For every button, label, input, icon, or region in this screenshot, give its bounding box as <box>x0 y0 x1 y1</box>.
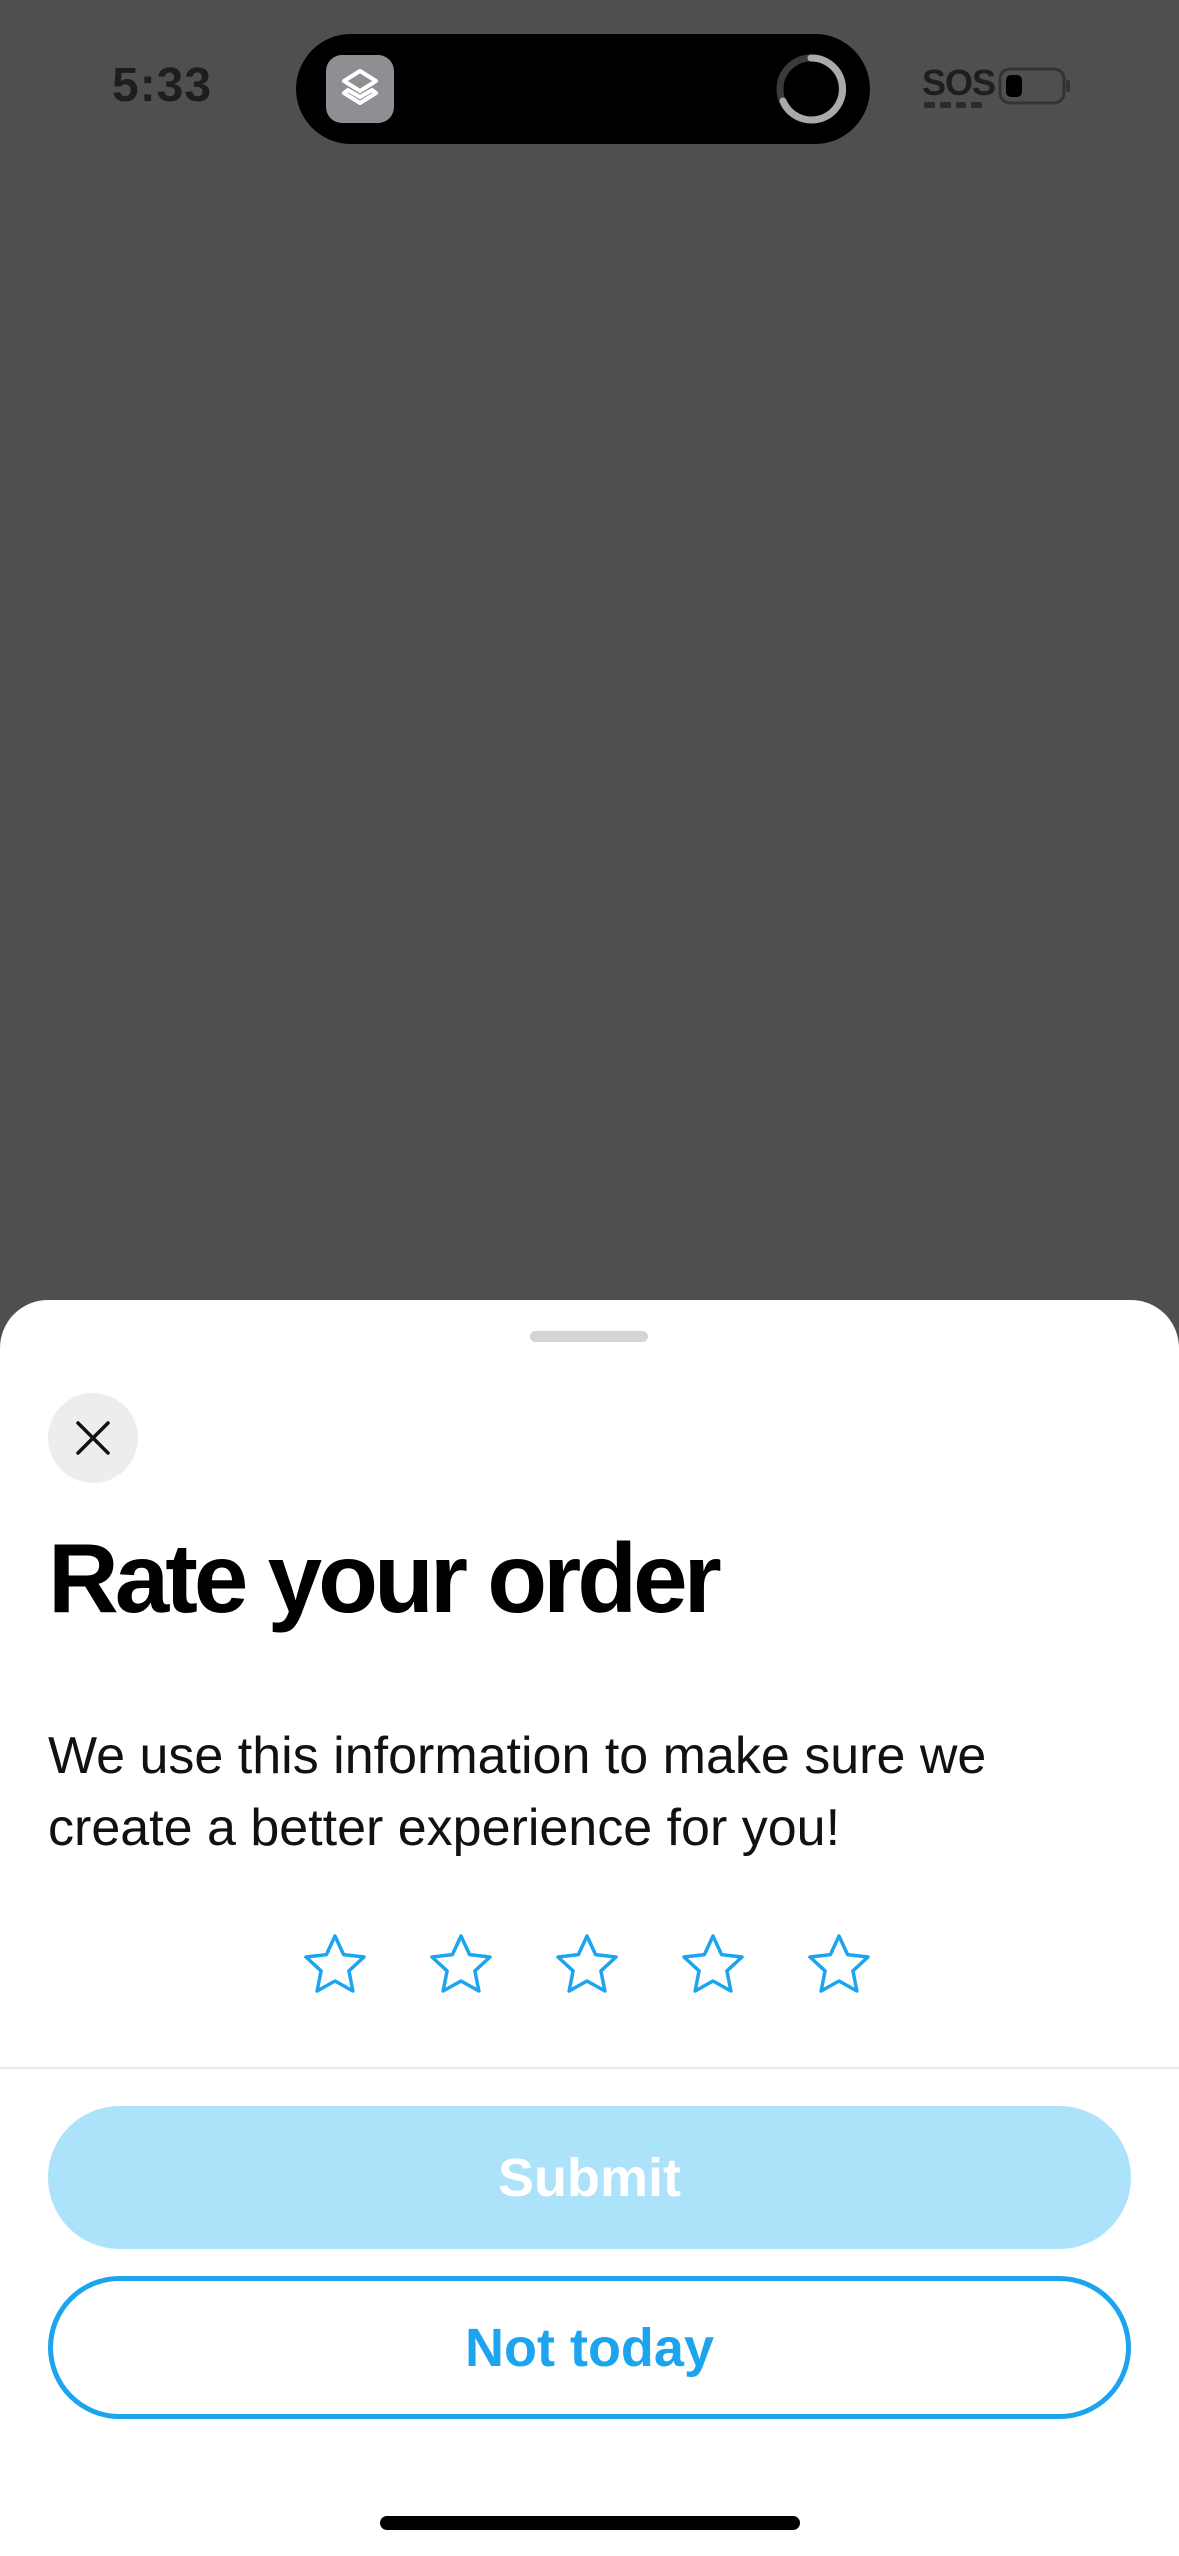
close-button[interactable] <box>48 1393 138 1483</box>
star-outline-icon[interactable] <box>428 1932 494 1998</box>
star-outline-icon[interactable] <box>302 1932 368 1998</box>
sheet-description: We use this information to make sure we … <box>48 1727 987 1857</box>
star-outline-icon[interactable] <box>806 1932 872 1998</box>
sheet-grabber[interactable] <box>530 1331 648 1342</box>
divider <box>0 2067 1179 2069</box>
sos-status: SOS <box>922 62 996 103</box>
status-time: 5:33 <box>112 59 213 112</box>
star-rating <box>302 1932 872 1998</box>
close-icon <box>76 1421 110 1455</box>
page-title: Rate your order <box>48 1523 722 1633</box>
layers-app-icon <box>326 55 394 123</box>
progress-ring-icon <box>776 54 847 124</box>
dynamic-island[interactable] <box>296 34 870 144</box>
signal-dots <box>924 102 982 108</box>
star-outline-icon[interactable] <box>554 1932 620 1998</box>
screen: 5:33 SOS Rate your order We use this inf… <box>0 0 1179 2556</box>
rating-sheet: Rate your order We use this information … <box>0 1300 1179 2556</box>
battery-low-icon <box>998 67 1070 105</box>
home-indicator[interactable] <box>380 2516 800 2530</box>
star-outline-icon[interactable] <box>680 1932 746 1998</box>
not-today-button[interactable]: Not today <box>48 2276 1131 2419</box>
submit-button[interactable]: Submit <box>48 2106 1131 2249</box>
